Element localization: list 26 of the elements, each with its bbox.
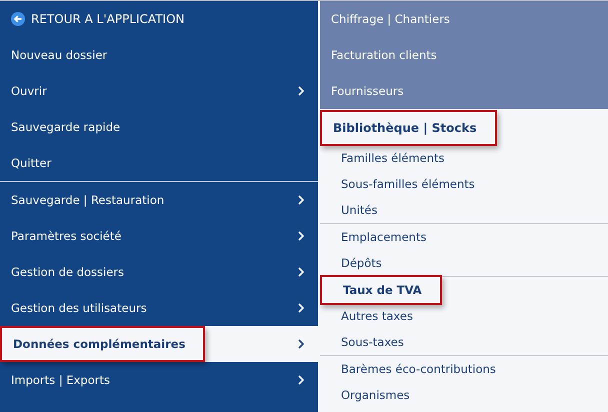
submenu-item[interactable]: Barèmes éco-contributions xyxy=(320,356,510,382)
submenu-item[interactable]: Sous-familles éléments xyxy=(320,171,489,197)
back-arrow-icon xyxy=(11,12,25,26)
menu-item[interactable]: Fournisseurs xyxy=(331,84,404,98)
menu-item[interactable]: Nouveau dossier xyxy=(0,37,318,73)
menu-item[interactable]: Gestion de dossiers xyxy=(0,254,318,290)
menu-item[interactable]: Ouvrir xyxy=(0,73,318,109)
menu-item[interactable]: Paramètres société xyxy=(0,218,318,254)
menu-item[interactable]: Quitter xyxy=(0,145,318,181)
menu-item[interactable]: Imports | Exports xyxy=(0,362,318,398)
submenu-item[interactable]: Autres taxes xyxy=(320,303,427,329)
menu-item[interactable]: Facturation clients xyxy=(331,48,437,62)
menu-item[interactable]: Sauvegarde rapide xyxy=(0,109,318,145)
submenu-item[interactable]: Unités xyxy=(320,197,392,223)
submenu-item[interactable]: Emplacements xyxy=(320,224,440,250)
submenu-item[interactable]: Organismes xyxy=(320,382,424,408)
submenu-item[interactable]: Sous-taxes xyxy=(320,329,418,355)
section-title: Bibliothèque | Stocks xyxy=(320,110,497,146)
menu-item[interactable]: Gestion des utilisateurs xyxy=(0,290,318,326)
menu-item[interactable]: Chiffrage | Chantiers xyxy=(331,12,450,26)
submenu-item[interactable]: Familles éléments xyxy=(320,145,459,171)
submenu-item[interactable]: Taux de TVA xyxy=(320,275,442,305)
menu-item[interactable]: Sauvegarde | Restauration xyxy=(0,182,318,218)
back-to-application-link[interactable]: RETOUR A L'APPLICATION xyxy=(11,12,184,26)
submenu-item[interactable]: Dépôts xyxy=(320,250,396,276)
menu-item[interactable]: Données complémentaires xyxy=(0,326,318,362)
